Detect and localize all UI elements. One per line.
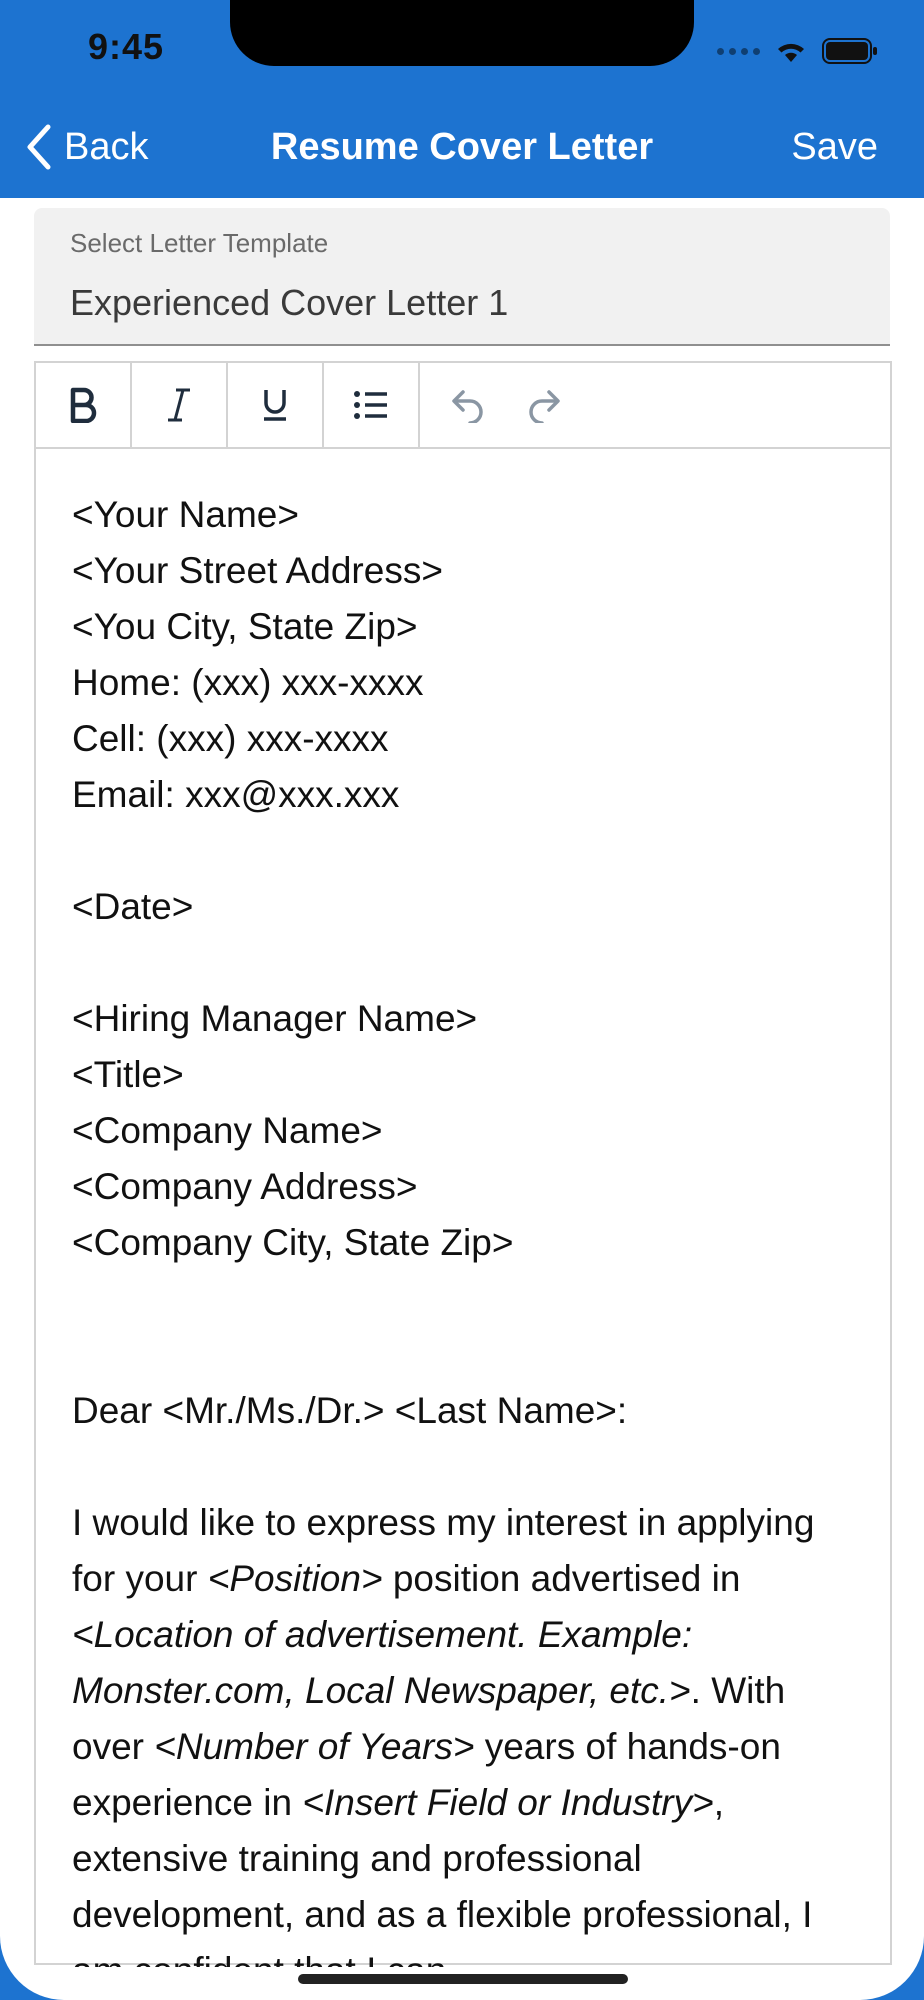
letter-text-area[interactable]: <Your Name> <Your Street Address> <You C… [36,449,890,1967]
underline-button[interactable] [228,363,324,447]
rich-text-editor: <Your Name> <Your Street Address> <You C… [34,361,892,1967]
status-icons [717,34,878,68]
sender-home-phone: Home: (xxx) xxx-xxxx [72,662,424,703]
recipient-city: <Company City, State Zip> [72,1222,514,1263]
bullet-list-icon [354,391,387,419]
sender-city: <You City, State Zip> [72,606,418,647]
save-button[interactable]: Save [791,126,878,169]
redo-icon [529,390,560,423]
signal-icon [717,47,760,55]
sender-street: <Your Street Address> [72,550,443,591]
recipient-title: <Title> [72,1054,184,1095]
placeholder-field: <Insert Field or Industry> [302,1782,714,1823]
wifi-icon [778,43,804,62]
template-select-label: Select Letter Template [70,228,329,258]
nav-bar: Back Resume Cover Letter Save [0,100,924,198]
battery-icon [822,38,877,64]
sender-email: Email: xxx@xxx.xxx [72,774,400,815]
sender-name: <Your Name> [72,494,299,535]
recipient-address: <Company Address> [72,1166,418,1207]
undo-icon [452,390,483,423]
content-area: Select Letter Template Experienced Cover… [0,198,924,2000]
editor-toolbar [36,363,890,449]
template-select-value: Experienced Cover Letter 1 [70,282,509,323]
placeholder-position: <Position> [207,1558,383,1599]
body-paragraph: I would like to express my interest in a… [72,1495,854,1967]
recipient-name: <Hiring Manager Name> [72,998,478,1039]
device-notch [230,0,694,66]
redo-button[interactable] [506,363,586,447]
placeholder-years: <Number of Years> [154,1726,475,1767]
status-time: 9:45 [88,26,165,67]
recipient-company: <Company Name> [72,1110,383,1151]
salutation: Dear <Mr./Ms./Dr.> <Last Name>: [72,1390,628,1431]
bullet-list-button[interactable] [324,363,420,447]
template-select-field[interactable]: Select Letter Template Experienced Cover… [34,208,890,346]
page-title: Resume Cover Letter [270,126,654,168]
bold-button[interactable] [36,363,132,447]
sender-cell-phone: Cell: (xxx) xxx-xxxx [72,718,389,759]
underline-icon [264,390,286,421]
bold-icon [70,387,97,423]
italic-icon [168,388,190,422]
undo-button[interactable] [426,363,506,447]
letter-date: <Date> [72,886,194,927]
placeholder-ad-location: <Location of advertisement. Example: Mon… [72,1614,693,1711]
italic-button[interactable] [132,363,228,447]
body-text: position advertised in [382,1558,741,1599]
status-bar: 9:45 [0,0,924,100]
home-indicator [298,1974,628,1984]
